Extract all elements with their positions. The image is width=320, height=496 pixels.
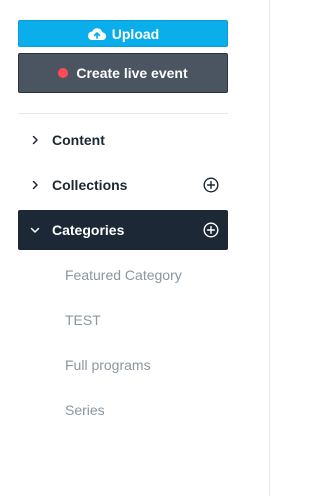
upload-button-label: Upload: [111, 25, 160, 42]
chevron-right-icon: [18, 135, 52, 145]
create-live-event-label: Create live event: [76, 65, 188, 81]
sidebar-item-content[interactable]: Content: [18, 120, 228, 160]
chevron-right-icon: [18, 180, 52, 190]
category-item-test[interactable]: TEST: [65, 310, 101, 330]
sidebar-item-categories[interactable]: Categories: [18, 210, 228, 250]
sidebar-item-collections[interactable]: Collections: [18, 165, 228, 205]
add-collection-icon[interactable]: [194, 177, 228, 193]
category-item-full-programs[interactable]: Full programs: [65, 355, 151, 375]
category-item-series[interactable]: Series: [65, 400, 105, 420]
sidebar-right-border: [269, 0, 270, 496]
create-live-event-button[interactable]: Create live event: [18, 53, 228, 93]
sidebar-item-label: Categories: [52, 222, 125, 238]
sidebar-item-label: Collections: [52, 177, 128, 193]
cloud-upload-icon: [87, 27, 107, 41]
sidebar-item-label: Content: [52, 132, 105, 148]
chevron-down-icon: [18, 225, 52, 235]
category-item-featured-category[interactable]: Featured Category: [65, 265, 182, 285]
add-category-icon[interactable]: [194, 222, 228, 238]
sidebar-divider: [18, 113, 228, 114]
upload-button[interactable]: Upload: [18, 20, 228, 47]
live-dot-icon: [58, 68, 69, 78]
